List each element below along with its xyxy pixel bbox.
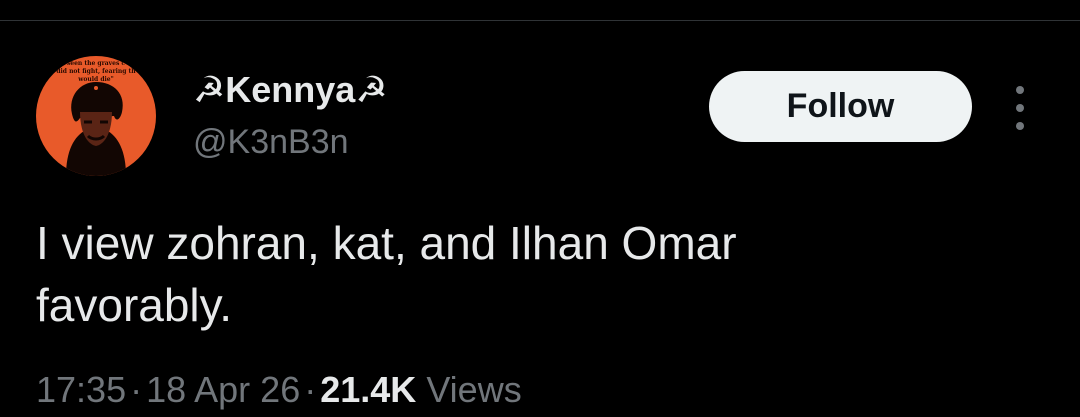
avatar[interactable]: seen the graves c did not fight, fearing… xyxy=(36,56,156,176)
tweet-meta: 17:35 · 18 Apr 26 · 21.4K Views xyxy=(36,366,522,414)
tweet-text: I view zohran, kat, and Ilhan Omar favor… xyxy=(36,217,737,331)
views-label: Views xyxy=(426,369,522,410)
avatar-caption: seen the graves c did not fight, fearing… xyxy=(56,60,136,83)
meta-separator: · xyxy=(130,369,143,410)
handle[interactable]: @K3nB3n xyxy=(193,122,349,162)
views-count[interactable]: 21.4K xyxy=(320,369,416,410)
tweet-date[interactable]: 18 Apr 26 xyxy=(146,369,300,410)
more-vertical-icon xyxy=(1016,86,1024,94)
tweet-time[interactable]: 17:35 xyxy=(36,369,126,410)
more-options-button[interactable] xyxy=(1004,86,1036,130)
meta-separator: · xyxy=(304,369,317,410)
more-vertical-icon-dot xyxy=(1016,104,1024,112)
more-vertical-icon-dot xyxy=(1016,122,1024,130)
follow-button[interactable]: Follow xyxy=(709,71,972,142)
display-name[interactable]: ☭Kennya☭ xyxy=(193,68,388,112)
top-divider xyxy=(0,20,1080,21)
